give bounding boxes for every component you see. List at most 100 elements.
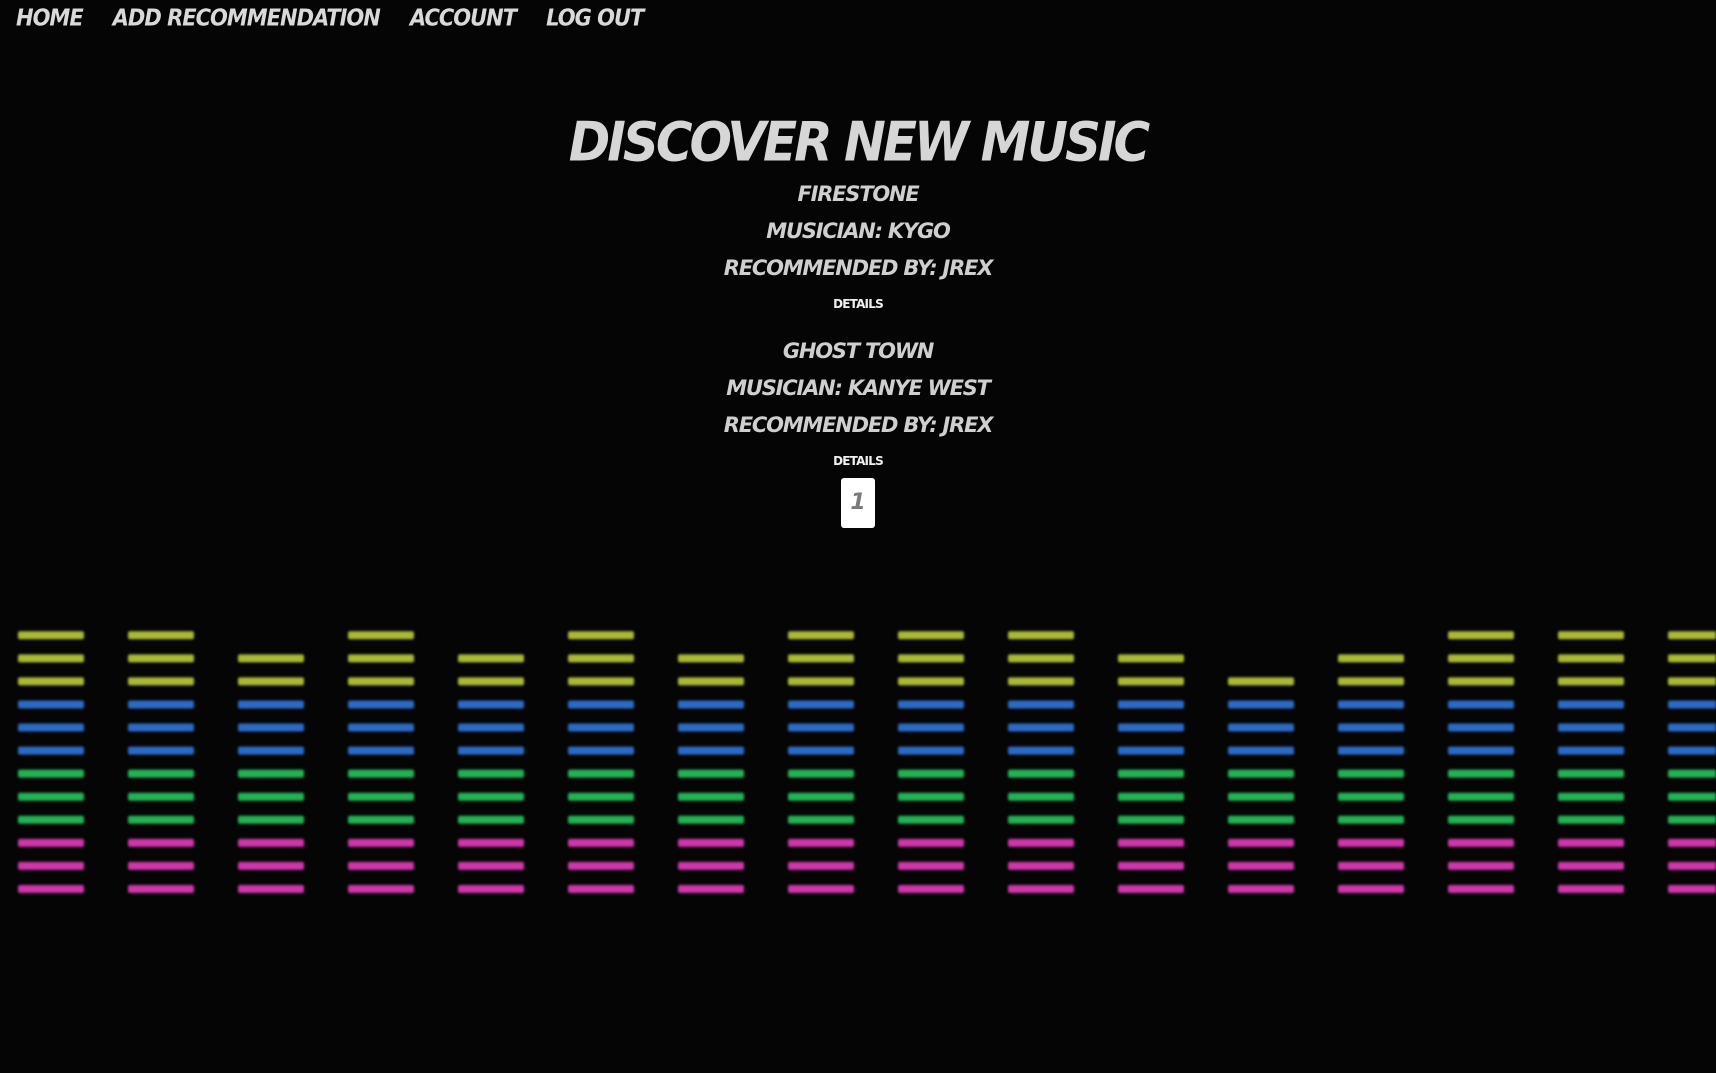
- equalizer-segment: [1118, 861, 1184, 870]
- equalizer-segment: [238, 677, 304, 686]
- equalizer-segment: [1228, 677, 1294, 686]
- equalizer-segment: [18, 769, 84, 778]
- equalizer-segment: [458, 654, 524, 663]
- details-link[interactable]: Details: [833, 454, 884, 468]
- equalizer-segment: [788, 746, 854, 755]
- equalizer-segment: [788, 769, 854, 778]
- equalizer-segment: [1558, 885, 1624, 893]
- equalizer-segment: [788, 700, 854, 709]
- equalizer-segment: [1338, 861, 1404, 870]
- equalizer-segment: [128, 885, 194, 893]
- equalizer-segment: [1008, 815, 1074, 824]
- equalizer-segment: [1118, 677, 1184, 686]
- equalizer-segment: [1668, 838, 1716, 847]
- equalizer-segment: [128, 861, 194, 870]
- equalizer-segment: [678, 746, 744, 755]
- equalizer-segment: [678, 838, 744, 847]
- equalizer-segment: [1118, 723, 1184, 732]
- equalizer-segment: [568, 885, 634, 893]
- equalizer-segment: [568, 631, 634, 640]
- details-link[interactable]: Details: [833, 297, 884, 311]
- equalizer-segment: [1558, 723, 1624, 732]
- top-nav: Home Add Recommendation Account Log Out: [16, 5, 644, 31]
- equalizer-segment: [1668, 723, 1716, 732]
- equalizer-segment: [348, 631, 414, 640]
- equalizer-segment: [1338, 723, 1404, 732]
- equalizer-segment: [568, 861, 634, 870]
- equalizer-segment: [1008, 861, 1074, 870]
- equalizer-segment: [348, 654, 414, 663]
- equalizer-segment: [128, 723, 194, 732]
- recommendation-item: Ghost Town Musician: Kanye West Recommen…: [0, 333, 1716, 484]
- equalizer-segment: [788, 792, 854, 801]
- equalizer-segment: [18, 654, 84, 663]
- equalizer-segment: [568, 838, 634, 847]
- equalizer-segment: [128, 700, 194, 709]
- equalizer-segment: [898, 838, 964, 847]
- equalizer-segment: [678, 792, 744, 801]
- nav-log-out-link[interactable]: Log Out: [546, 5, 644, 31]
- equalizer-segment: [458, 746, 524, 755]
- equalizer-segment: [1118, 746, 1184, 755]
- equalizer-segment: [1558, 746, 1624, 755]
- equalizer-segment: [1228, 792, 1294, 801]
- equalizer-segment: [898, 631, 964, 640]
- equalizer-segment: [568, 723, 634, 732]
- equalizer-segment: [1228, 815, 1294, 824]
- equalizer-segment: [18, 700, 84, 709]
- equalizer-segment: [348, 838, 414, 847]
- equalizer-segment: [1118, 838, 1184, 847]
- equalizer-segment: [788, 654, 854, 663]
- equalizer-segment: [1228, 723, 1294, 732]
- equalizer-segment: [1338, 838, 1404, 847]
- equalizer-segment: [678, 769, 744, 778]
- equalizer-segment: [788, 815, 854, 824]
- nav-account-link[interactable]: Account: [410, 5, 517, 31]
- equalizer-segment: [898, 861, 964, 870]
- equalizer-segment: [788, 631, 854, 640]
- equalizer-segment: [1448, 631, 1514, 640]
- equalizer-segment: [1008, 792, 1074, 801]
- equalizer-segment: [1668, 861, 1716, 870]
- equalizer-segment: [1668, 677, 1716, 686]
- equalizer-segment: [898, 723, 964, 732]
- recommendation-item: Firestone Musician: Kygo Recommended By:…: [0, 176, 1716, 327]
- equalizer-segment: [1008, 631, 1074, 640]
- equalizer-segment: [1338, 746, 1404, 755]
- equalizer-segment: [238, 792, 304, 801]
- equalizer-segment: [1668, 769, 1716, 778]
- equalizer-segment: [1558, 815, 1624, 824]
- musician-label: Musician: Kanye West: [726, 376, 991, 400]
- equalizer-segment: [238, 769, 304, 778]
- equalizer-segment: [128, 631, 194, 640]
- equalizer-segment: [1338, 700, 1404, 709]
- equalizer-segment: [128, 792, 194, 801]
- equalizer-segment: [18, 838, 84, 847]
- song-title: Ghost Town: [782, 339, 935, 363]
- equalizer-segment: [568, 769, 634, 778]
- equalizer-segment: [458, 723, 524, 732]
- recommended-by-label: Recommended By: JRex: [723, 413, 994, 437]
- equalizer-segment: [1228, 700, 1294, 709]
- equalizer-segment: [1338, 769, 1404, 778]
- pagination-page-button[interactable]: 1: [841, 478, 875, 528]
- equalizer-segment: [1118, 792, 1184, 801]
- recommended-by-label: Recommended By: JRex: [723, 256, 994, 280]
- equalizer-segment: [1008, 769, 1074, 778]
- equalizer-segment: [1558, 631, 1624, 640]
- equalizer-segment: [348, 769, 414, 778]
- nav-add-recommendation-link[interactable]: Add Recommendation: [113, 5, 381, 31]
- equalizer-segment: [348, 677, 414, 686]
- equalizer-segment: [1118, 654, 1184, 663]
- equalizer-segment: [1118, 769, 1184, 778]
- equalizer-segment: [18, 746, 84, 755]
- equalizer-segment: [1558, 861, 1624, 870]
- equalizer-segment: [18, 677, 84, 686]
- nav-home-link[interactable]: Home: [16, 5, 84, 31]
- equalizer-segment: [898, 792, 964, 801]
- equalizer-segment: [458, 838, 524, 847]
- equalizer-segment: [1448, 792, 1514, 801]
- equalizer-segment: [348, 861, 414, 870]
- song-title: Firestone: [797, 182, 919, 206]
- equalizer-segment: [1668, 654, 1716, 663]
